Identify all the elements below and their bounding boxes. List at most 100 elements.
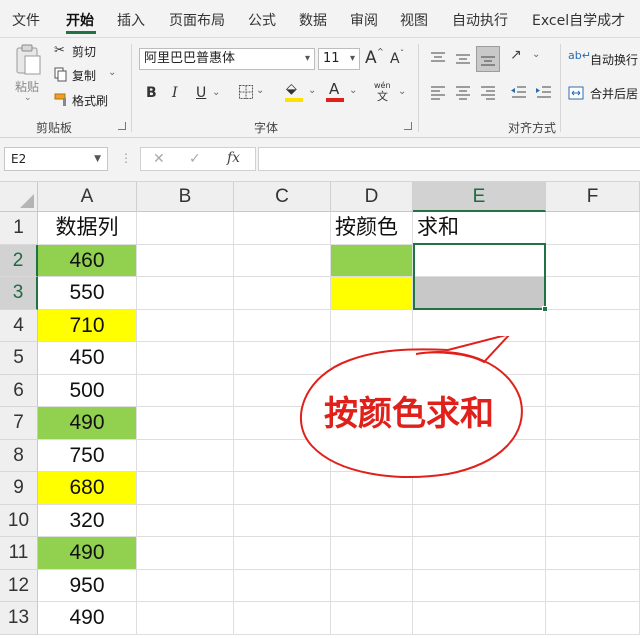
column-header-a[interactable]: A (38, 182, 137, 212)
tab-home[interactable]: 开始 (66, 10, 94, 30)
cell-d1[interactable]: 按颜色 (331, 212, 413, 245)
cell-a12[interactable]: 950 (38, 569, 137, 602)
column-header-f[interactable]: F (546, 182, 640, 212)
cell-c12[interactable] (234, 569, 331, 602)
font-size-select[interactable]: 11 ▾ (318, 48, 360, 70)
cell-f7[interactable] (546, 407, 640, 440)
cell-b12[interactable] (137, 569, 234, 602)
cell-f13[interactable] (546, 602, 640, 635)
tab-excel-zixue[interactable]: Excel自学成才 (532, 10, 625, 30)
cell-c3[interactable] (234, 277, 331, 310)
cell-b8[interactable] (137, 439, 234, 472)
cell-a8[interactable]: 750 (38, 439, 137, 472)
cell-d12[interactable] (331, 569, 413, 602)
tab-page-layout[interactable]: 页面布局 (169, 10, 225, 30)
cell-a13[interactable]: 490 (38, 602, 137, 635)
cell-b11[interactable] (137, 537, 234, 570)
tab-file[interactable]: 文件 (12, 10, 40, 30)
cell-b5[interactable] (137, 342, 234, 375)
cell-b2[interactable] (137, 244, 234, 277)
row-header-1[interactable]: 1 (0, 212, 38, 245)
cell-c10[interactable] (234, 504, 331, 537)
select-all-button[interactable] (0, 182, 38, 212)
cell-b13[interactable] (137, 602, 234, 635)
cell-e3[interactable] (413, 277, 546, 310)
font-name-select[interactable]: 阿里巴巴普惠体 ▾ (139, 48, 315, 70)
wrap-text-button[interactable]: ab↵ 自动换行 (568, 50, 640, 70)
cell-a10[interactable]: 320 (38, 504, 137, 537)
column-header-d[interactable]: D (331, 182, 413, 212)
cell-b9[interactable] (137, 472, 234, 505)
cell-a7[interactable]: 490 (38, 407, 137, 440)
cell-d11[interactable] (331, 537, 413, 570)
align-top-icon[interactable] (429, 50, 447, 68)
align-middle-icon[interactable] (454, 50, 472, 68)
cell-d10[interactable] (331, 504, 413, 537)
cell-a9[interactable]: 680 (38, 472, 137, 505)
enter-icon[interactable]: ✓ (189, 152, 201, 166)
cell-c1[interactable] (234, 212, 331, 245)
copy-button[interactable]: 复制 ⌄ (54, 67, 124, 85)
cell-c13[interactable] (234, 602, 331, 635)
cancel-icon[interactable]: ✕ (153, 152, 165, 166)
orientation-button[interactable]: ↗ ⌄ (510, 48, 546, 68)
cell-f1[interactable] (546, 212, 640, 245)
decrease-indent-icon[interactable] (510, 84, 528, 102)
cell-a1[interactable]: 数据列 (38, 212, 137, 245)
column-header-e[interactable]: E (413, 182, 546, 212)
italic-button[interactable]: I (172, 86, 178, 100)
cell-d13[interactable] (331, 602, 413, 635)
row-header-7[interactable]: 7 (0, 407, 38, 440)
row-header-11[interactable]: 11 (0, 537, 38, 570)
tab-insert[interactable]: 插入 (117, 10, 145, 30)
cell-e12[interactable] (413, 569, 546, 602)
cell-f8[interactable] (546, 439, 640, 472)
tab-view[interactable]: 视图 (400, 10, 428, 30)
cell-f9[interactable] (546, 472, 640, 505)
cell-f12[interactable] (546, 569, 640, 602)
cell-a11[interactable]: 490 (38, 537, 137, 570)
cell-b3[interactable] (137, 277, 234, 310)
shrink-font-button[interactable]: A ˇ (390, 48, 410, 70)
row-header-10[interactable]: 10 (0, 504, 38, 537)
borders-button[interactable]: ⌄ (238, 84, 268, 102)
column-header-b[interactable]: B (137, 182, 234, 212)
tab-review[interactable]: 审阅 (350, 10, 378, 30)
tab-automate[interactable]: 自动执行 (452, 10, 508, 30)
cell-e13[interactable] (413, 602, 546, 635)
align-right-icon[interactable] (479, 84, 497, 102)
row-header-12[interactable]: 12 (0, 569, 38, 602)
underline-button[interactable]: U (196, 86, 206, 100)
cell-b1[interactable] (137, 212, 234, 245)
cell-e11[interactable] (413, 537, 546, 570)
cell-a4[interactable]: 710 (38, 309, 137, 342)
row-header-13[interactable]: 13 (0, 602, 38, 635)
cell-d2[interactable] (331, 244, 413, 277)
fill-color-button[interactable]: ⬙ ⌄ (285, 82, 321, 104)
paste-button[interactable]: 粘贴 ⌄ (10, 44, 46, 106)
cell-f6[interactable] (546, 374, 640, 407)
cell-f3[interactable] (546, 277, 640, 310)
cell-e2[interactable] (413, 244, 546, 277)
cell-c2[interactable] (234, 244, 331, 277)
cell-f10[interactable] (546, 504, 640, 537)
formula-input[interactable] (258, 147, 640, 171)
increase-indent-icon[interactable] (535, 84, 553, 102)
tab-data[interactable]: 数据 (299, 10, 327, 30)
tab-formulas[interactable]: 公式 (248, 10, 276, 30)
cell-b7[interactable] (137, 407, 234, 440)
cell-f11[interactable] (546, 537, 640, 570)
cell-d3[interactable] (331, 277, 413, 310)
phonetic-guide-button[interactable]: wén 文 ⌄ (374, 82, 408, 106)
row-header-6[interactable]: 6 (0, 374, 38, 407)
row-header-3[interactable]: 3 (0, 277, 38, 310)
cell-e1[interactable]: 求和 (413, 212, 546, 245)
row-header-4[interactable]: 4 (0, 309, 38, 342)
font-dialog-launcher-icon[interactable] (404, 122, 412, 130)
cell-e10[interactable] (413, 504, 546, 537)
cell-f2[interactable] (546, 244, 640, 277)
align-bottom-button[interactable] (476, 46, 500, 72)
grow-font-button[interactable]: A ^ (365, 48, 385, 70)
cell-a6[interactable]: 500 (38, 374, 137, 407)
cell-a2[interactable]: 460 (38, 244, 137, 277)
